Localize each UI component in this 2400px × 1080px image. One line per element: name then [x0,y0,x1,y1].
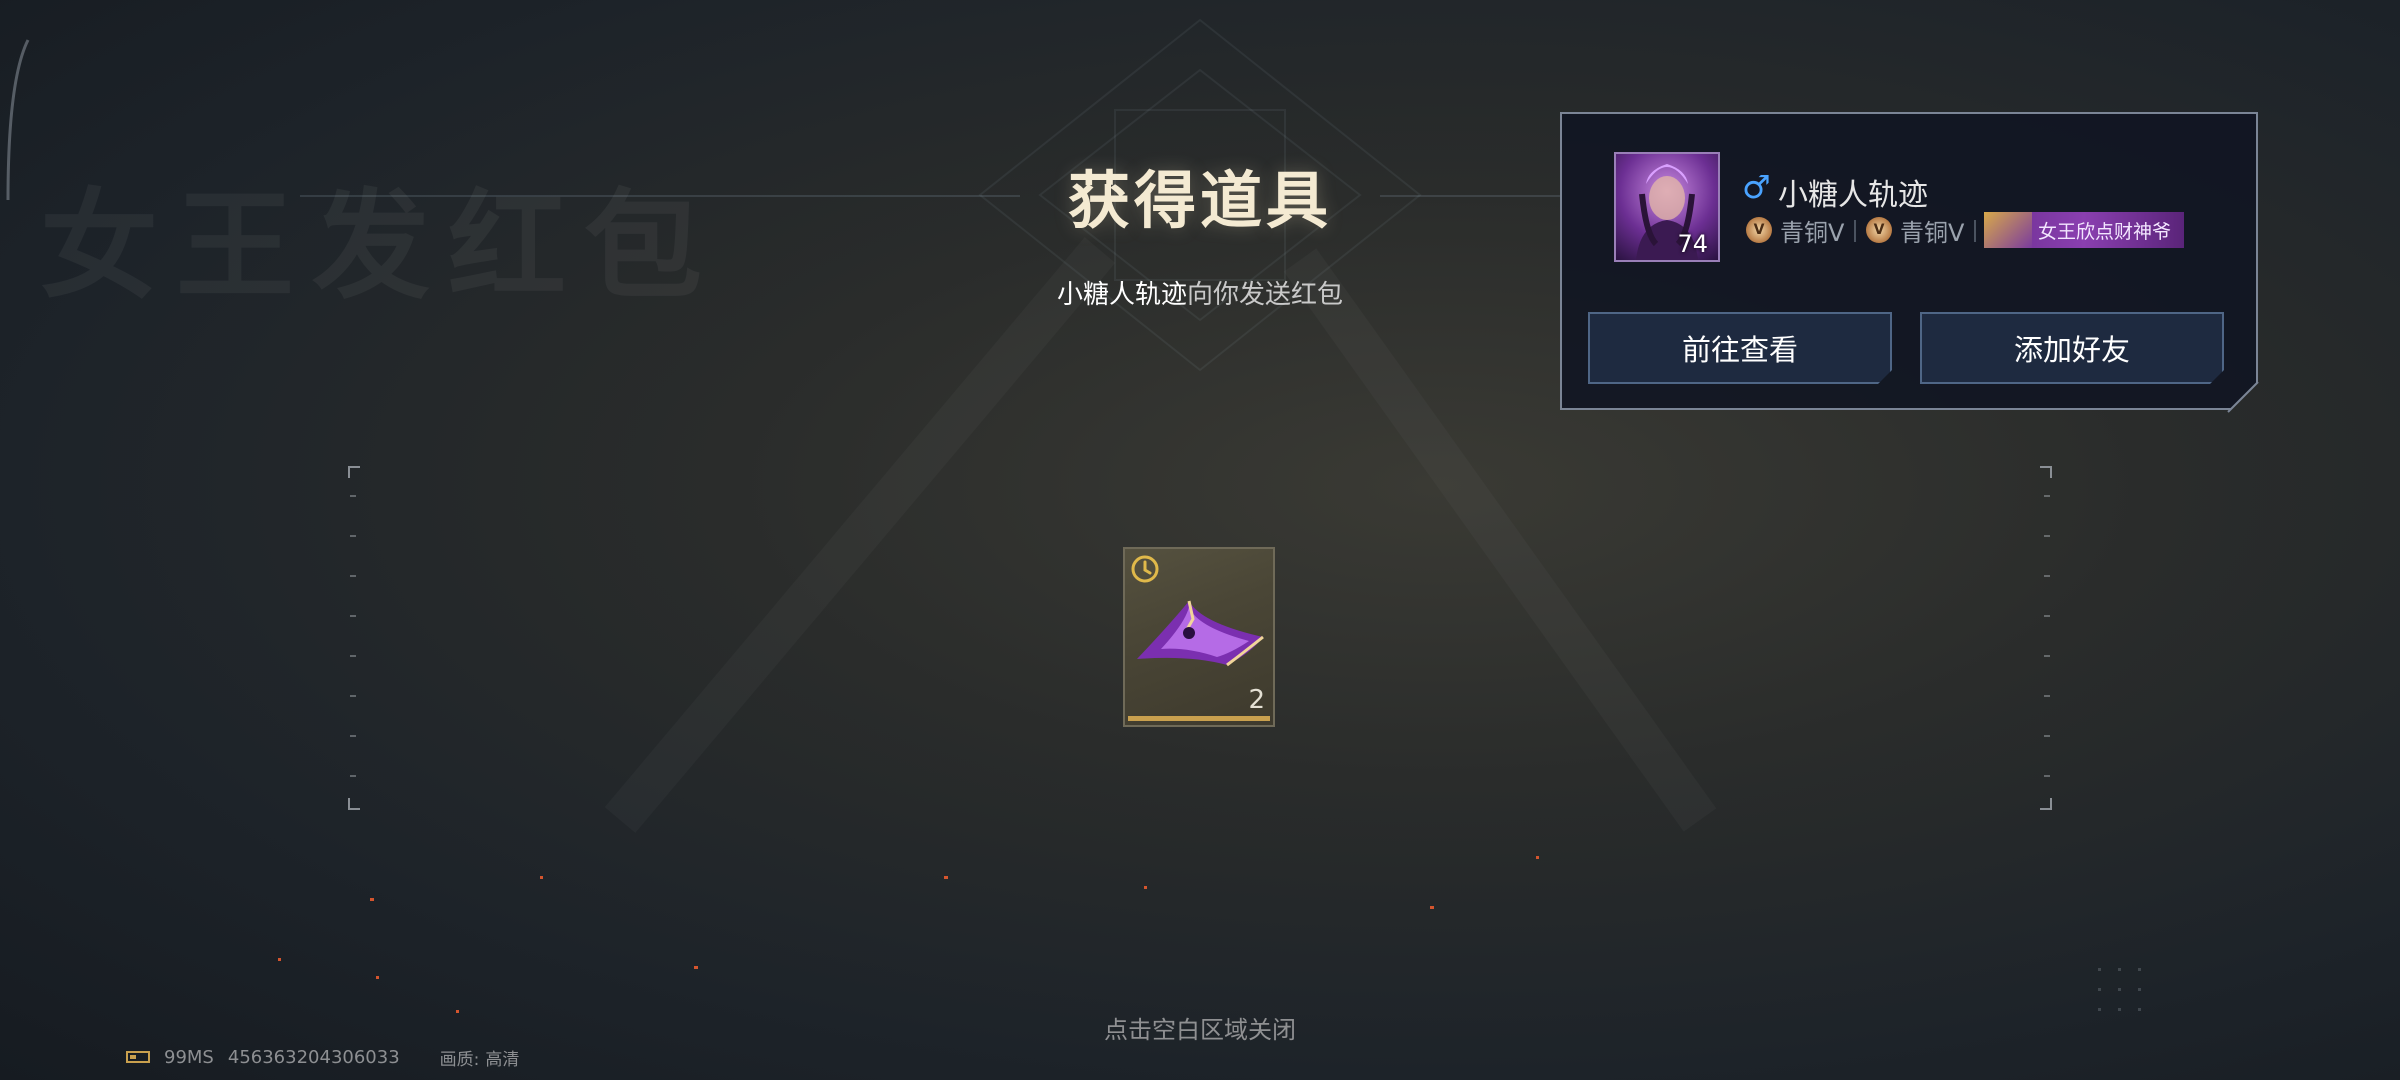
honor-title-icon [1984,212,2032,248]
avatar-level: 74 [1677,230,1708,258]
close-hint[interactable]: 点击空白区域关闭 [900,1010,1500,1045]
header-divider-left [300,195,1020,197]
ping-value: 99MS [164,1046,214,1068]
item-rarity-bar [1128,716,1270,721]
sender-profile-card: 74 ♂ 小糖人轨迹 V 青铜V V 青铜V 女王欣点财神爷 前往查看 添加好友 [1560,112,2258,410]
avatar[interactable]: 74 [1614,152,1720,262]
honor-title-tag: 女王欣点财神爷 [1984,212,2184,248]
reward-frame-ticks-right [2044,495,2050,777]
add-friend-button[interactable]: 添加好友 [1920,312,2224,384]
reward-frame-corner-bl [348,798,360,810]
player-name: 小糖人轨迹 [1778,178,1928,213]
item-count: 2 [1248,685,1265,715]
page-title: 获得道具 [1067,164,1332,237]
sender-name: 小糖人轨迹 [1056,280,1187,310]
background-event-title: 女王发红包 [40,177,721,315]
rank-badge-icon: V [1746,217,1772,243]
rank-divider [1974,220,1976,242]
reward-frame-ticks-left [350,495,356,777]
rank-label: 青铜V [1900,218,1965,247]
weapon-skin-item-icon [1137,600,1264,667]
rank-badge-icon: V [1866,217,1892,243]
subtitle-text: 向你发送红包 [1187,280,1344,310]
rank-peak: V 青铜V [1866,214,1964,246]
header-divider-right [1380,195,1560,197]
card-corner-accent [2227,381,2259,413]
reward-item-card[interactable]: 2 [1123,547,1275,727]
clock-icon [1131,555,1159,583]
quality-label: 画质: [439,1049,480,1070]
reward-frame-corner-br [2040,798,2052,810]
status-bar: 99MS 456363204306033 画质: 高清 [126,1045,533,1070]
player-id: 456363204306033 [227,1046,400,1068]
male-icon: ♂ [1742,168,1771,206]
page-subtitle: 小糖人轨迹向你发送红包 [900,274,1500,311]
rank-label: 青铜V [1780,218,1845,247]
quality-value: 高清 [485,1049,520,1070]
view-profile-button[interactable]: 前往查看 [1588,312,1892,384]
reward-frame-corner-tr [2040,466,2052,478]
rank-ranked: V 青铜V [1746,214,1844,246]
reward-frame-corner-tl [348,466,360,478]
battery-icon [126,1051,150,1063]
rank-divider [1854,220,1856,242]
honor-title-text: 女王欣点财神爷 [2038,220,2172,243]
